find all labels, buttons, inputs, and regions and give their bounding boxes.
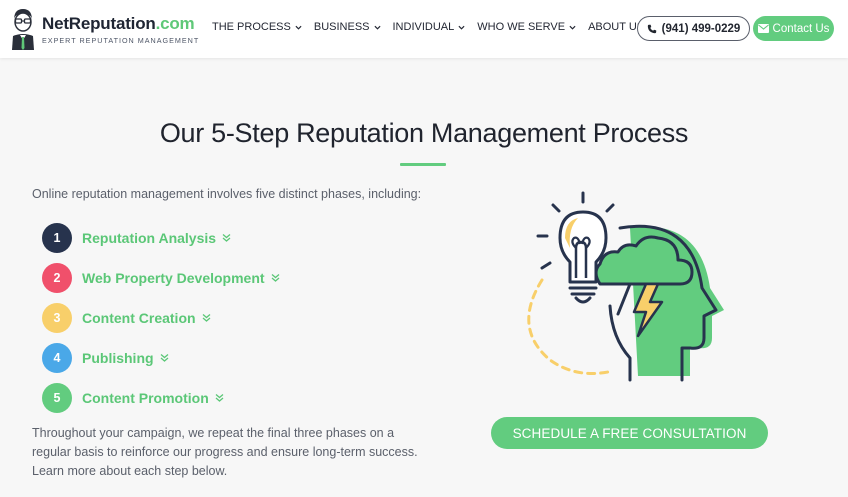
double-chevron-down-icon	[271, 274, 279, 282]
step-label: Publishing	[82, 350, 154, 366]
logo-mascot-icon	[12, 9, 34, 50]
step-number-badge: 5	[42, 383, 72, 413]
process-steps: 1 Reputation Analysis 2 Web Property Dev…	[42, 218, 280, 418]
site-logo[interactable]: NetReputation.com EXPERT REPUTATION MANA…	[8, 6, 199, 52]
double-chevron-down-icon	[222, 234, 231, 242]
page-title: Our 5-Step Reputation Management Process	[159, 118, 689, 148]
step-label: Content Promotion	[82, 390, 209, 406]
step-number-badge: 4	[42, 343, 72, 373]
nav-item-who-we-serve[interactable]: WHO WE SERVE	[477, 21, 576, 33]
outro-text: Throughout your campaign, we repeat the …	[32, 426, 418, 478]
step-item-5[interactable]: 5 Content Promotion	[42, 378, 280, 418]
contact-us-button[interactable]: Contact Us	[753, 16, 834, 41]
schedule-consultation-button[interactable]: SCHEDULE A FREE CONSULTATION	[491, 417, 768, 449]
head-idea-illustration	[527, 191, 724, 382]
double-chevron-down-icon	[215, 394, 224, 402]
step-item-4[interactable]: 4 Publishing	[42, 338, 280, 378]
chevron-down-icon	[458, 25, 465, 30]
nav-item-the-process[interactable]: THE PROCESS	[212, 21, 302, 33]
nav-item-label: INDIVIDUAL	[392, 21, 455, 33]
step-item-3[interactable]: 3 Content Creation	[42, 298, 280, 338]
step-number-badge: 1	[42, 223, 72, 253]
envelope-icon	[757, 24, 769, 33]
nav-item-business[interactable]: BUSINESS	[314, 21, 381, 33]
step-label: Web Property Development	[82, 270, 265, 286]
double-chevron-down-icon	[202, 314, 210, 322]
step-label: Content Creation	[82, 310, 196, 326]
step-number-badge: 3	[42, 303, 72, 333]
nav-item-label: WHO WE SERVE	[477, 21, 566, 33]
chevron-down-icon	[295, 25, 302, 30]
site-header: NetReputation.com EXPERT REPUTATION MANA…	[0, 0, 848, 58]
nav-item-individual[interactable]: INDIVIDUAL	[393, 21, 466, 33]
intro-text: Online reputation management involves fi…	[32, 187, 422, 201]
nav-item-label: ABOUT US	[588, 21, 645, 33]
step-item-1[interactable]: 1 Reputation Analysis	[42, 218, 280, 258]
step-label: Reputation Analysis	[82, 230, 217, 246]
main-nav: THE PROCESS BUSINESS INDIVIDUAL WHO WE S…	[212, 21, 667, 33]
step-item-2[interactable]: 2 Web Property Development	[42, 258, 280, 298]
logo-tagline: EXPERT REPUTATION MANAGEMENT	[42, 35, 200, 45]
phone-button[interactable]: (941) 499-0229	[637, 16, 750, 41]
title-underline	[400, 163, 446, 166]
double-chevron-down-icon	[160, 354, 168, 362]
logo-tld: .com	[155, 13, 195, 33]
chevron-down-icon	[569, 25, 576, 30]
contact-us-label: Contact Us	[772, 22, 830, 35]
phone-number: (941) 499-0229	[661, 22, 741, 35]
step-number-badge: 2	[42, 263, 72, 293]
chevron-down-icon	[373, 25, 381, 30]
nav-item-label: THE PROCESS	[212, 21, 291, 33]
logo-name: NetReputation	[42, 13, 156, 33]
nav-item-label: BUSINESS	[313, 21, 370, 33]
phone-icon	[647, 24, 656, 33]
